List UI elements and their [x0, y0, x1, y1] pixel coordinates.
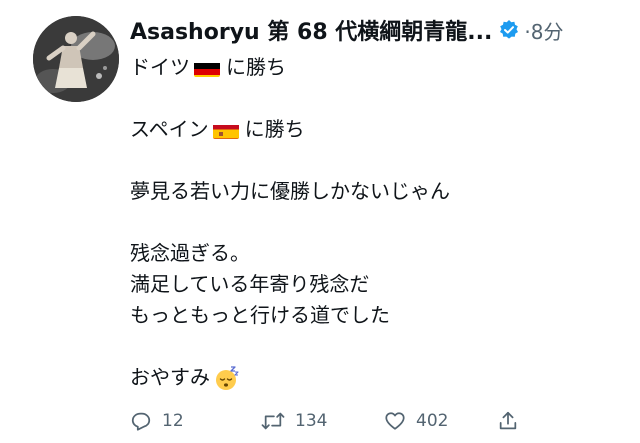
reply-count: 12 — [162, 411, 184, 431]
text-segment: 満足している年寄り残念だ — [130, 272, 370, 296]
text-line: 残念過ぎる。 — [130, 238, 610, 269]
share-icon — [497, 410, 519, 432]
tweet-header: Asashoryu 第 68 代横綱朝青龍... ·8分 — [130, 12, 630, 48]
text-segment: に勝ち — [226, 55, 286, 79]
text-segment: おやすみ — [130, 365, 210, 389]
author-name[interactable]: Asashoryu 第 68 代横綱朝青龍... — [130, 14, 492, 46]
germany-flag-icon — [194, 59, 220, 77]
verified-badge-icon — [498, 19, 520, 41]
timestamp[interactable]: ·8分 — [524, 16, 563, 45]
text-line: スペイン に勝ち — [130, 114, 610, 145]
tweet[interactable]: Asashoryu 第 68 代横綱朝青龍... ·8分 ドイツ に勝ち スペイ… — [0, 0, 640, 443]
text-segment: 夢見る若い力に優勝しかないじゃん — [130, 179, 450, 203]
spain-flag-icon — [212, 121, 239, 139]
retweet-button[interactable]: 134 — [261, 410, 327, 432]
text-line: おやすみ — [130, 362, 610, 393]
text-segment: 残念過ぎる。 — [130, 241, 250, 265]
text-segment: ドイツ — [130, 55, 190, 79]
tweet-text: ドイツ に勝ち スペイン に勝ち 夢見る若い力に優勝しかないじゃん 残念過ぎる。… — [130, 52, 610, 393]
sleeping-face-icon — [214, 365, 240, 391]
text-line: 満足している年寄り残念だ — [130, 269, 610, 300]
like-count: 402 — [416, 411, 449, 431]
text-segment: もっともっと行ける道でした — [130, 303, 390, 327]
avatar[interactable] — [33, 16, 119, 102]
heart-icon — [384, 410, 406, 432]
share-button[interactable] — [497, 410, 519, 432]
retweet-icon — [261, 410, 285, 432]
like-button[interactable]: 402 — [384, 410, 448, 432]
reply-button[interactable]: 12 — [130, 410, 184, 432]
reply-icon — [130, 410, 152, 432]
text-segment: スペイン — [130, 117, 209, 141]
text-segment: に勝ち — [244, 117, 305, 141]
text-line: ドイツ に勝ち — [130, 52, 610, 83]
text-line: もっともっと行ける道でした — [130, 300, 610, 331]
tweet-actions: 12 134 402 — [130, 406, 530, 436]
retweet-count: 134 — [295, 411, 328, 431]
text-line: 夢見る若い力に優勝しかないじゃん — [130, 176, 610, 207]
